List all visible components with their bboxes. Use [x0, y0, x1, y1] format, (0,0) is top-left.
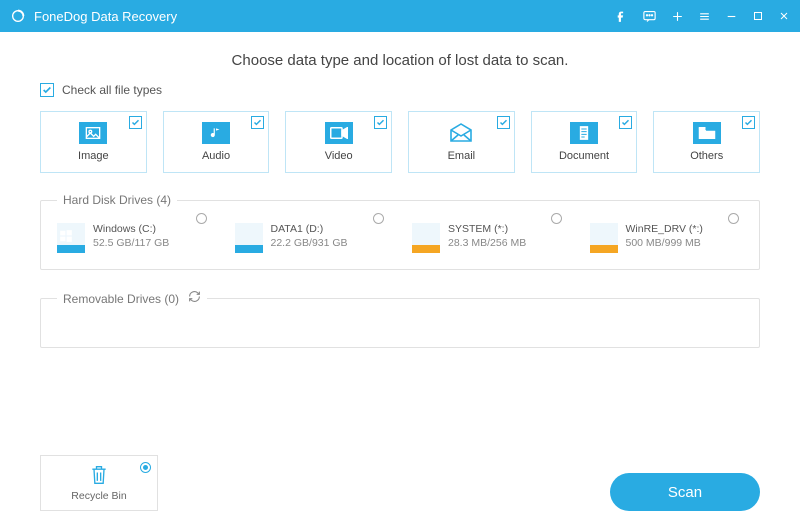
hdd-list: Windows (C:) 52.5 GB/117 GB DATA1 (D:) 2…	[57, 219, 743, 253]
drive-size: 22.2 GB/931 GB	[271, 237, 348, 249]
file-types-row: Image Audio Video Email Document	[40, 111, 760, 173]
check-all-checkbox[interactable]	[40, 83, 54, 97]
drive-radio[interactable]	[728, 213, 739, 224]
drive-icon	[412, 223, 440, 253]
app-title: FoneDog Data Recovery	[34, 9, 615, 24]
type-checkbox[interactable]	[251, 116, 264, 129]
drive-radio[interactable]	[196, 213, 207, 224]
type-checkbox[interactable]	[497, 116, 510, 129]
titlebar: FoneDog Data Recovery	[0, 0, 800, 32]
checkmark-icon	[499, 118, 508, 127]
drive-item[interactable]: WinRE_DRV (*:) 500 MB/999 MB	[590, 219, 744, 253]
drive-size: 28.3 MB/256 MB	[448, 237, 526, 249]
app-logo-icon	[10, 8, 26, 24]
email-icon	[447, 122, 475, 144]
trash-icon	[89, 464, 109, 486]
checkmark-icon	[253, 118, 262, 127]
removable-legend: Removable Drives (0)	[57, 290, 207, 306]
drive-name: SYSTEM (*:)	[448, 223, 526, 235]
drive-item[interactable]: DATA1 (D:) 22.2 GB/931 GB	[235, 219, 389, 253]
menu-icon[interactable]	[698, 10, 711, 23]
type-card-video[interactable]: Video	[285, 111, 392, 173]
drive-icon	[57, 223, 85, 253]
drive-icon	[235, 223, 263, 253]
drive-size: 52.5 GB/117 GB	[93, 237, 169, 249]
type-label: Audio	[202, 150, 230, 162]
type-checkbox[interactable]	[374, 116, 387, 129]
audio-icon	[202, 122, 230, 144]
maximize-icon[interactable]	[752, 10, 764, 22]
drive-name: WinRE_DRV (*:)	[626, 223, 703, 235]
checkmark-icon	[744, 118, 753, 127]
type-checkbox[interactable]	[619, 116, 632, 129]
type-checkbox[interactable]	[742, 116, 755, 129]
scan-button[interactable]: Scan	[610, 473, 760, 511]
recycle-bin-card[interactable]: Recycle Bin	[40, 455, 158, 511]
document-icon	[570, 122, 598, 144]
type-card-document[interactable]: Document	[531, 111, 638, 173]
close-icon[interactable]	[778, 10, 790, 22]
type-label: Video	[325, 150, 353, 162]
removable-legend-text: Removable Drives (0)	[63, 292, 179, 306]
drive-name: DATA1 (D:)	[271, 223, 348, 235]
checkmark-icon	[376, 118, 385, 127]
recycle-label: Recycle Bin	[71, 490, 126, 502]
image-icon	[79, 122, 107, 144]
drive-size: 500 MB/999 MB	[626, 237, 703, 249]
hdd-section: Hard Disk Drives (4) Windows (C:) 52.5 G…	[40, 193, 760, 270]
minimize-icon[interactable]	[725, 10, 738, 23]
check-all-label: Check all file types	[62, 83, 162, 97]
type-label: Image	[78, 150, 109, 162]
type-label: Email	[448, 150, 476, 162]
drive-item[interactable]: Windows (C:) 52.5 GB/117 GB	[57, 219, 211, 253]
type-card-email[interactable]: Email	[408, 111, 515, 173]
drive-item[interactable]: SYSTEM (*:) 28.3 MB/256 MB	[412, 219, 566, 253]
hdd-legend: Hard Disk Drives (4)	[57, 193, 177, 207]
drive-name: Windows (C:)	[93, 223, 169, 235]
type-checkbox[interactable]	[129, 116, 142, 129]
folder-icon	[693, 122, 721, 144]
checkmark-icon	[131, 118, 140, 127]
type-label: Others	[690, 150, 723, 162]
checkmark-icon	[42, 85, 52, 95]
type-label: Document	[559, 150, 609, 162]
plus-icon[interactable]	[671, 10, 684, 23]
titlebar-controls	[615, 9, 790, 24]
facebook-icon[interactable]	[615, 10, 628, 23]
feedback-icon[interactable]	[642, 9, 657, 24]
type-card-image[interactable]: Image	[40, 111, 147, 173]
removable-section: Removable Drives (0)	[40, 290, 760, 348]
drive-radio[interactable]	[373, 213, 384, 224]
type-card-others[interactable]: Others	[653, 111, 760, 173]
recycle-radio[interactable]	[140, 462, 151, 473]
check-all-row[interactable]: Check all file types	[40, 83, 760, 97]
refresh-icon[interactable]	[188, 290, 201, 306]
drive-radio[interactable]	[551, 213, 562, 224]
page-heading: Choose data type and location of lost da…	[40, 52, 760, 69]
video-icon	[325, 122, 353, 144]
type-card-audio[interactable]: Audio	[163, 111, 270, 173]
drive-icon	[590, 223, 618, 253]
checkmark-icon	[621, 118, 630, 127]
